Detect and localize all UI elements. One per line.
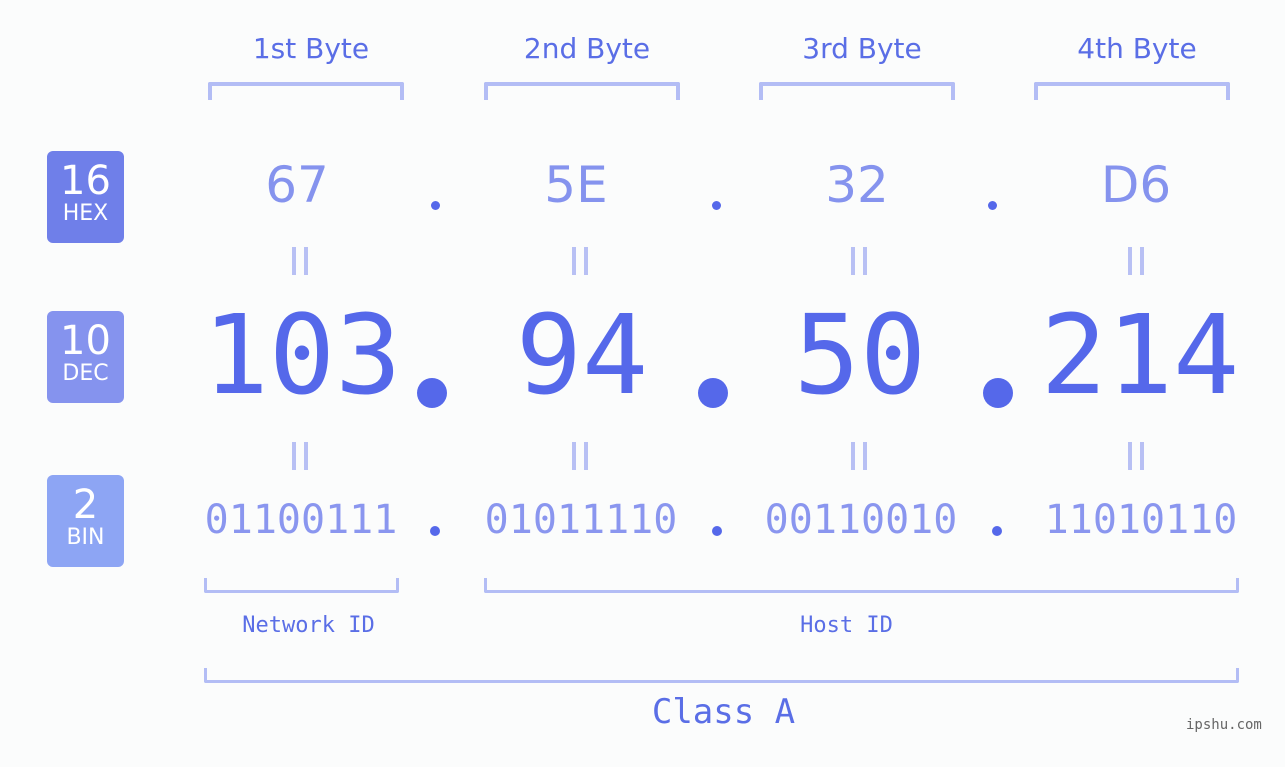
byte-bracket-2 — [484, 82, 680, 100]
hex-value-1: 67 — [265, 156, 329, 214]
bin-badge-number: 2 — [72, 482, 99, 528]
byte-label-3: 3rd Byte — [802, 32, 922, 65]
dec-badge-label: DEC — [62, 361, 109, 386]
class-bracket — [204, 668, 1239, 683]
hex-badge: 16 HEX — [47, 151, 124, 243]
bin-dot-3 — [992, 526, 1002, 536]
byte-label-4: 4th Byte — [1077, 32, 1197, 65]
bin-dot-1 — [430, 526, 440, 536]
dec-badge: 10 DEC — [47, 311, 124, 403]
byte-label-2: 2nd Byte — [523, 32, 651, 65]
bin-value-4: 11010110 — [1044, 497, 1238, 543]
bin-badge: 2 BIN — [47, 475, 124, 567]
network-bracket — [204, 578, 399, 593]
bin-value-1: 01100111 — [204, 497, 398, 543]
byte-bracket-1 — [208, 82, 404, 100]
byte-bracket-4 — [1034, 82, 1230, 100]
dec-dot-1 — [417, 378, 447, 408]
hex-badge-number: 16 — [60, 158, 111, 204]
hex-value-4: D6 — [1100, 156, 1172, 214]
bin-value-3: 00110010 — [764, 497, 958, 543]
hex-dot-2 — [712, 201, 721, 210]
host-bracket — [484, 578, 1239, 593]
dec-dot-3 — [983, 378, 1013, 408]
dec-value-4: 214 — [1040, 291, 1240, 419]
byte-bracket-3 — [759, 82, 955, 100]
hex-badge-label: HEX — [62, 201, 109, 226]
network-id-label: Network ID — [242, 613, 375, 638]
dec-value-1: 103 — [202, 291, 402, 419]
watermark: ipshu.com — [1186, 717, 1262, 733]
hex-dot-1 — [431, 201, 440, 210]
hex-dot-3 — [988, 201, 997, 210]
dec-badge-number: 10 — [60, 318, 111, 364]
dec-value-2: 94 — [515, 291, 649, 419]
dec-dot-2 — [698, 378, 728, 408]
bin-value-2: 01011110 — [484, 497, 678, 543]
bin-badge-label: BIN — [66, 525, 105, 550]
hex-value-3: 32 — [825, 156, 889, 214]
dec-value-3: 50 — [793, 291, 927, 419]
class-label: Class A — [651, 692, 796, 732]
host-id-label: Host ID — [800, 613, 893, 638]
hex-value-2: 5E — [544, 156, 608, 214]
bin-dot-2 — [712, 526, 722, 536]
byte-label-1: 1st Byte — [252, 32, 370, 65]
